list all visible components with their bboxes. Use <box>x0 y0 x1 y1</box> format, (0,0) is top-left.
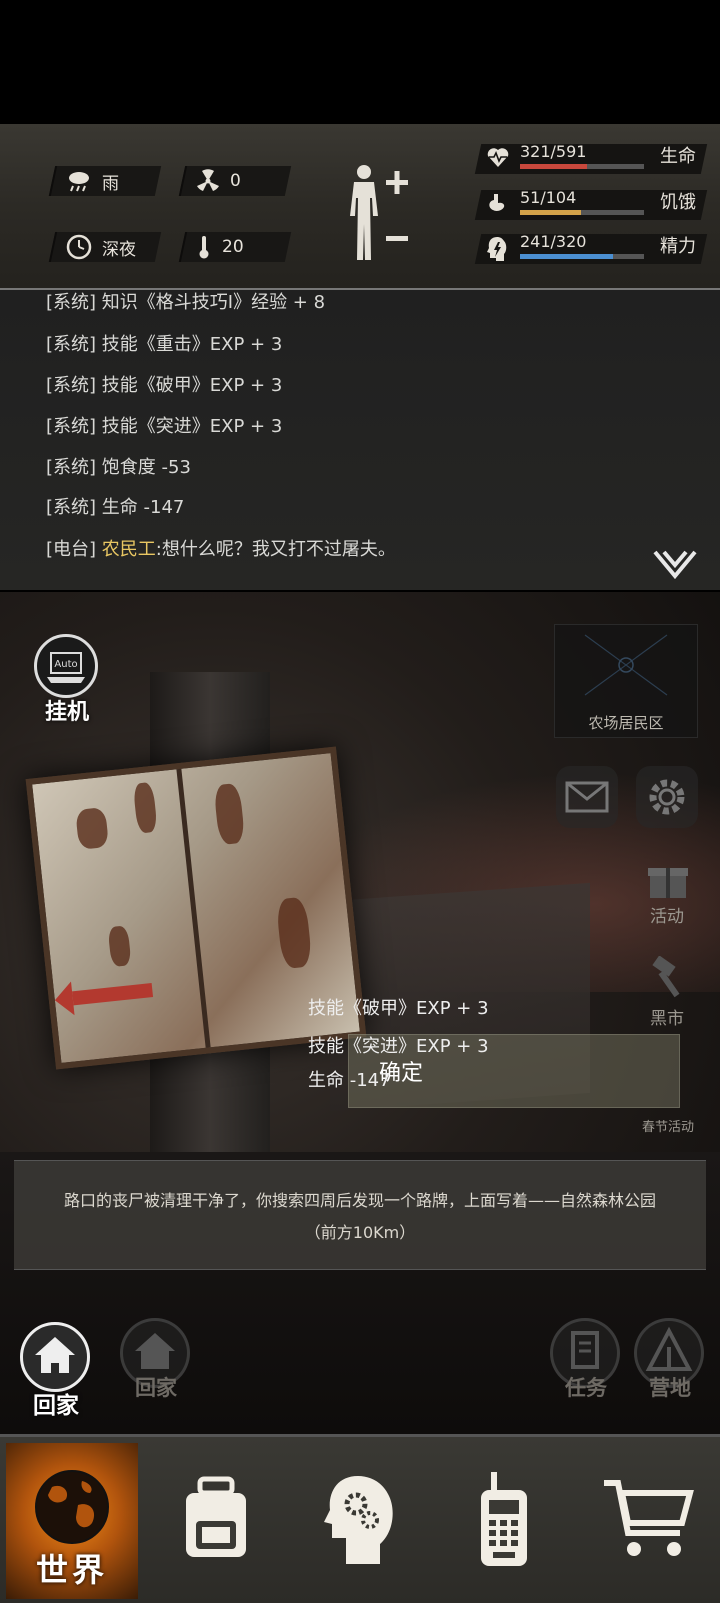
top-bar <box>0 0 720 124</box>
thermometer-icon <box>199 236 209 259</box>
home-button[interactable] <box>20 1322 90 1392</box>
log-line: [系统] 技能《重击》EXP + 3 <box>46 334 283 355</box>
health-stat: 321/591 生命 <box>474 142 708 174</box>
road-sign-image <box>25 746 367 1070</box>
mail-button[interactable] <box>556 766 618 828</box>
svg-text:Auto: Auto <box>54 659 77 670</box>
settings-button[interactable] <box>636 766 698 828</box>
skills-head-icon <box>324 1476 393 1564</box>
log-line: [系统] 生命 -147 <box>46 497 185 518</box>
nav-skills-tab[interactable] <box>288 1437 432 1603</box>
weather-value: 雨 <box>102 173 119 194</box>
status-panel: 雨 0 深夜 20 321/591 生命 51/104 饥饿 241/320 精… <box>0 124 720 290</box>
activity-label[interactable]: 活动 <box>632 902 702 927</box>
radiation-value: 0 <box>230 171 241 191</box>
minimap[interactable]: 农场居民区 <box>554 624 698 738</box>
message-log[interactable]: [系统] 知识《格斗技巧Ⅰ》经验 + 8 [系统] 技能《重击》EXP + 3 … <box>0 290 720 590</box>
floating-line: 技能《突进》EXP + 3 <box>308 1036 489 1057</box>
health-label: 生命 <box>660 146 696 167</box>
log-line: [电台] 农民工:想什么呢？我又打不过屠夫。 <box>46 539 396 560</box>
mail-icon <box>565 781 609 813</box>
hunger-label: 饥饿 <box>660 192 696 213</box>
narrative-text: 路口的丧尸被清理干净了，你搜索四周后发现一个路牌，上面写着——自然森林公园（前方… <box>63 1191 656 1242</box>
energy-stat: 241/320 精力 <box>474 232 708 264</box>
log-speaker: 农民工 <box>101 539 156 560</box>
hunger-stat: 51/104 饥饿 <box>474 188 708 220</box>
energy-label: 精力 <box>660 236 696 257</box>
camp-label[interactable]: 营地 <box>630 1372 710 1402</box>
floating-line: 技能《破甲》EXP + 3 <box>308 998 489 1019</box>
hunger-value: 51/104 <box>520 188 577 207</box>
narrative-box[interactable]: 路口的丧尸被清理干净了，你搜索四周后发现一个路牌，上面写着——自然森林公园（前方… <box>14 1160 706 1270</box>
log-line: [系统] 技能《突进》EXP + 3 <box>46 416 283 437</box>
nav-shop-tab[interactable] <box>576 1437 720 1603</box>
home2-label[interactable]: 回家 <box>116 1372 196 1402</box>
energy-value: 241/320 <box>520 232 587 251</box>
festival-label[interactable]: 春节活动 <box>628 1116 708 1135</box>
hunger-bar <box>520 210 644 215</box>
nav-world-tab[interactable]: 世界 <box>6 1443 138 1599</box>
task-label[interactable]: 任务 <box>546 1372 626 1402</box>
location-label: 农场居民区 <box>588 714 664 732</box>
gift-icon[interactable] <box>646 860 690 900</box>
backpack-icon <box>186 1476 246 1557</box>
house-icon <box>35 1337 75 1373</box>
nav-world-label: 世界 <box>35 1551 108 1589</box>
time-value: 深夜 <box>102 239 136 260</box>
scroll-down-icon[interactable] <box>652 548 698 580</box>
hammer-icon[interactable] <box>646 956 690 1000</box>
clock-icon <box>66 234 92 260</box>
auto-icon: Auto <box>34 634 98 698</box>
nav-backpack-tab[interactable] <box>144 1437 288 1603</box>
floating-line: 生命 -147 <box>308 1070 391 1091</box>
body-status-icon[interactable] <box>348 160 414 266</box>
temperature-pill: 20 <box>178 232 292 262</box>
radiation-pill: 0 <box>178 166 292 196</box>
time-pill: 深夜 <box>48 232 162 262</box>
radio-icon <box>481 1472 527 1566</box>
minimap-icon <box>584 634 668 696</box>
gear-icon <box>649 779 685 815</box>
stomach-icon <box>489 194 505 211</box>
log-line: [系统] 技能《破甲》EXP + 3 <box>46 375 283 396</box>
home-label[interactable]: 回家 <box>16 1386 96 1420</box>
energy-head-icon <box>487 237 507 261</box>
weather-pill: 雨 <box>48 166 162 196</box>
heart-icon <box>487 148 509 167</box>
bottom-nav: 世界 <box>0 1434 720 1603</box>
cart-icon <box>604 1480 694 1556</box>
radiation-icon <box>197 169 219 191</box>
auto-idle-button[interactable]: Auto 挂机 <box>34 634 100 725</box>
health-bar <box>520 164 644 169</box>
energy-bar <box>520 254 644 259</box>
black-market-label[interactable]: 黑市 <box>632 1004 702 1029</box>
rain-cloud-icon <box>69 172 89 192</box>
log-line: [系统] 知识《格斗技巧Ⅰ》经验 + 8 <box>46 292 326 313</box>
temperature-value: 20 <box>222 237 244 257</box>
nav-radio-tab[interactable] <box>432 1437 576 1603</box>
log-line: [系统] 饱食度 -53 <box>46 457 191 478</box>
sign-arrow <box>72 983 154 1006</box>
health-value: 321/591 <box>520 142 587 161</box>
